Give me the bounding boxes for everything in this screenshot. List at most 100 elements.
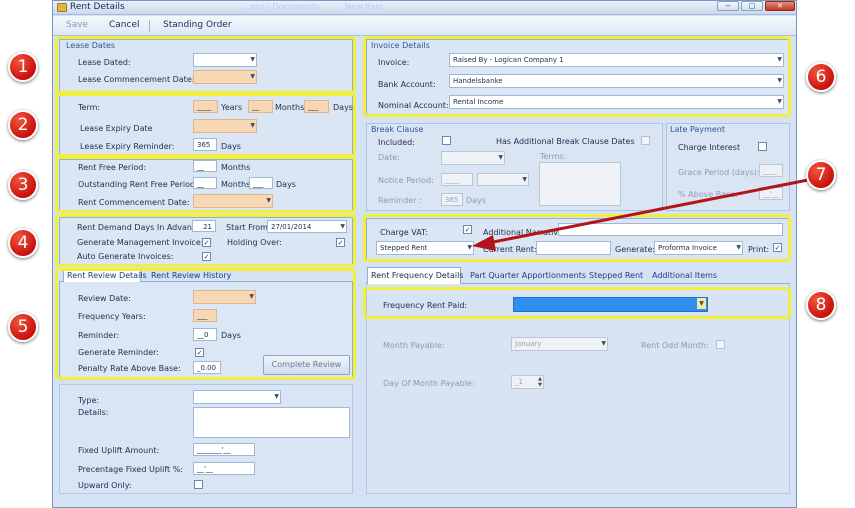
chevron-down-icon: ▼ [249,293,254,300]
expiry-reminder-field[interactable]: 365 [193,138,217,151]
stepped-rent-dropdown[interactable]: Stepped Rent ▼ [376,241,474,255]
maximize-button[interactable]: □ [741,1,763,11]
late-payment-title: Late Payment [670,125,725,134]
standing-order-button[interactable]: Standing Order [163,20,232,30]
nominal-account-dropdown[interactable]: Rental Income ▼ [449,95,784,109]
outstanding-months-field[interactable]: __ [193,177,217,189]
chevron-down-icon: ▼ [250,122,255,129]
term-months-field[interactable]: __ [248,100,273,113]
chevron-down-icon: ▼ [777,56,782,63]
upward-only-checkbox[interactable] [194,480,203,489]
frequency-years-label: Frequency Years: [78,312,146,321]
ghost-title-text: ...ons \ Documents [243,2,319,11]
print-checkbox[interactable]: ✓ [773,243,782,252]
above-base-label: % Above Base: [678,190,738,199]
pct-uplift-field[interactable]: __'__ [193,462,255,475]
rent-free-period-label: Rent Free Period: [78,163,147,172]
tab-additional-items[interactable]: Additional Items [652,271,717,280]
break-reminder-field[interactable]: 365 [441,193,463,206]
generate-label: Generate: [615,245,656,254]
grace-period-label: Grace Period (days): [678,168,760,177]
start-from-value: 27/01/2014 [271,223,312,231]
generate-reminder-checkbox[interactable]: ✓ [195,348,204,357]
rent-odd-month-checkbox[interactable] [716,340,725,349]
fixed-uplift-field[interactable]: _______'__ [193,443,255,456]
rent-commencement-dropdown[interactable]: ▼ [193,194,273,208]
holding-over-label: Holding Over: [227,238,282,247]
charge-vat-checkbox[interactable]: ✓ [463,225,472,234]
current-rent-label: Current Rent: [483,245,537,254]
bank-account-dropdown[interactable]: Handelsbanke ▼ [449,74,784,88]
lease-expiry-dropdown[interactable]: ▼ [193,119,257,133]
penalty-rate-label: Penalty Rate Above Base: [78,364,181,373]
rent-commencement-label: Rent Commencement Date: [78,198,190,207]
holding-over-checkbox[interactable]: ✓ [336,238,345,247]
term-days-field[interactable]: ___ [304,100,329,113]
notice-period-field[interactable]: ____ [441,173,473,186]
outstanding-days-field[interactable]: ___ [249,177,273,189]
fixed-uplift-label: Fixed Uplift Amount: [78,446,160,455]
additional-narrative-label: Additional Narrative: [483,228,566,237]
days-label: Days [333,103,353,112]
penalty-rate-field[interactable]: _0.00 [193,361,221,374]
annotation-badge-5: 5 [8,312,38,342]
day-of-month-value: _1 [515,378,523,386]
mgmt-invoice-checkbox[interactable]: ✓ [202,238,211,247]
lease-expiry-label: Lease Expiry Date [80,124,153,133]
tab-rent-review-history[interactable]: Rent Review History [151,271,231,280]
demand-days-field[interactable]: 21 [192,220,216,232]
outstanding-months-label: Months [221,180,251,189]
lease-dated-dropdown[interactable]: ▼ [193,53,257,67]
above-base-field[interactable]: __'__ [759,187,783,200]
frequency-rent-paid-dropdown[interactable]: ▼ [513,297,708,312]
cancel-button[interactable]: Cancel [109,20,140,30]
review-date-label: Review Date: [78,294,131,303]
break-reminder-days: Days [466,196,486,205]
tab-stepped-rent[interactable]: Stepped Rent [589,271,643,280]
lease-dated-label: Lease Dated: [78,58,131,67]
generate-dropdown[interactable]: Proforma Invoice ▼ [654,241,743,255]
annotation-badge-3: 3 [8,170,38,200]
term-years-field[interactable]: ____ [193,100,218,113]
outstanding-days-label: Days [276,180,296,189]
auto-invoices-checkbox[interactable]: ✓ [202,252,211,261]
charge-interest-checkbox[interactable] [758,142,767,151]
stepped-rent-value: Stepped Rent [380,244,428,252]
rent-odd-month-label: Rent Odd Month: [641,341,709,350]
current-rent-field[interactable] [536,241,611,255]
notice-unit-dropdown[interactable]: ▼ [477,173,529,186]
lease-commencement-dropdown[interactable]: ▼ [193,70,257,84]
frequency-years-field[interactable]: ___ [193,309,217,322]
month-payable-label: Month Payable: [383,341,445,350]
years-label: Years [221,103,243,112]
break-date-label: Date: [378,153,400,162]
break-date-dropdown[interactable]: ▼ [441,151,505,165]
uplift-details-textarea[interactable] [193,407,350,438]
outstanding-rent-free-label: Outstanding Rent Free Period: [78,180,198,189]
month-payable-dropdown[interactable]: January ▼ [511,337,608,351]
chevron-down-icon: ▼ [697,298,706,309]
save-button[interactable]: Save [66,20,88,30]
additional-break-checkbox[interactable] [641,136,650,145]
complete-review-button[interactable]: Complete Review [263,355,350,375]
tab-part-quarter[interactable]: Part Quarter Apportionments [470,271,586,280]
review-reminder-field[interactable]: __0 [193,328,217,341]
chevron-down-icon: ▼ [250,73,255,80]
invoice-dropdown[interactable]: Raised By - Logican Company 1 ▼ [449,53,784,67]
uplift-type-dropdown[interactable]: ▼ [193,390,281,404]
rent-free-period-field[interactable]: __ [193,160,217,172]
break-included-label: Included: [378,138,415,147]
review-date-dropdown[interactable]: ▼ [193,290,256,304]
grace-period-field[interactable]: ____ [759,164,783,177]
expiry-reminder-label: Lease Expiry Reminder: [80,142,175,151]
break-terms-textarea[interactable] [539,162,621,206]
additional-narrative-field[interactable] [558,223,783,236]
close-button[interactable]: ✕ [765,1,795,11]
start-from-dropdown[interactable]: 27/01/2014 ▼ [267,220,347,233]
day-of-month-stepper[interactable]: _1 ▲ ▼ [511,375,544,389]
break-included-checkbox[interactable] [442,136,451,145]
annotation-badge-4: 4 [8,228,38,258]
minimize-button[interactable]: − [717,1,739,11]
tab-rent-review-details-label: Rent Review Details [67,271,147,280]
reminder-days-label: Days [221,142,241,151]
